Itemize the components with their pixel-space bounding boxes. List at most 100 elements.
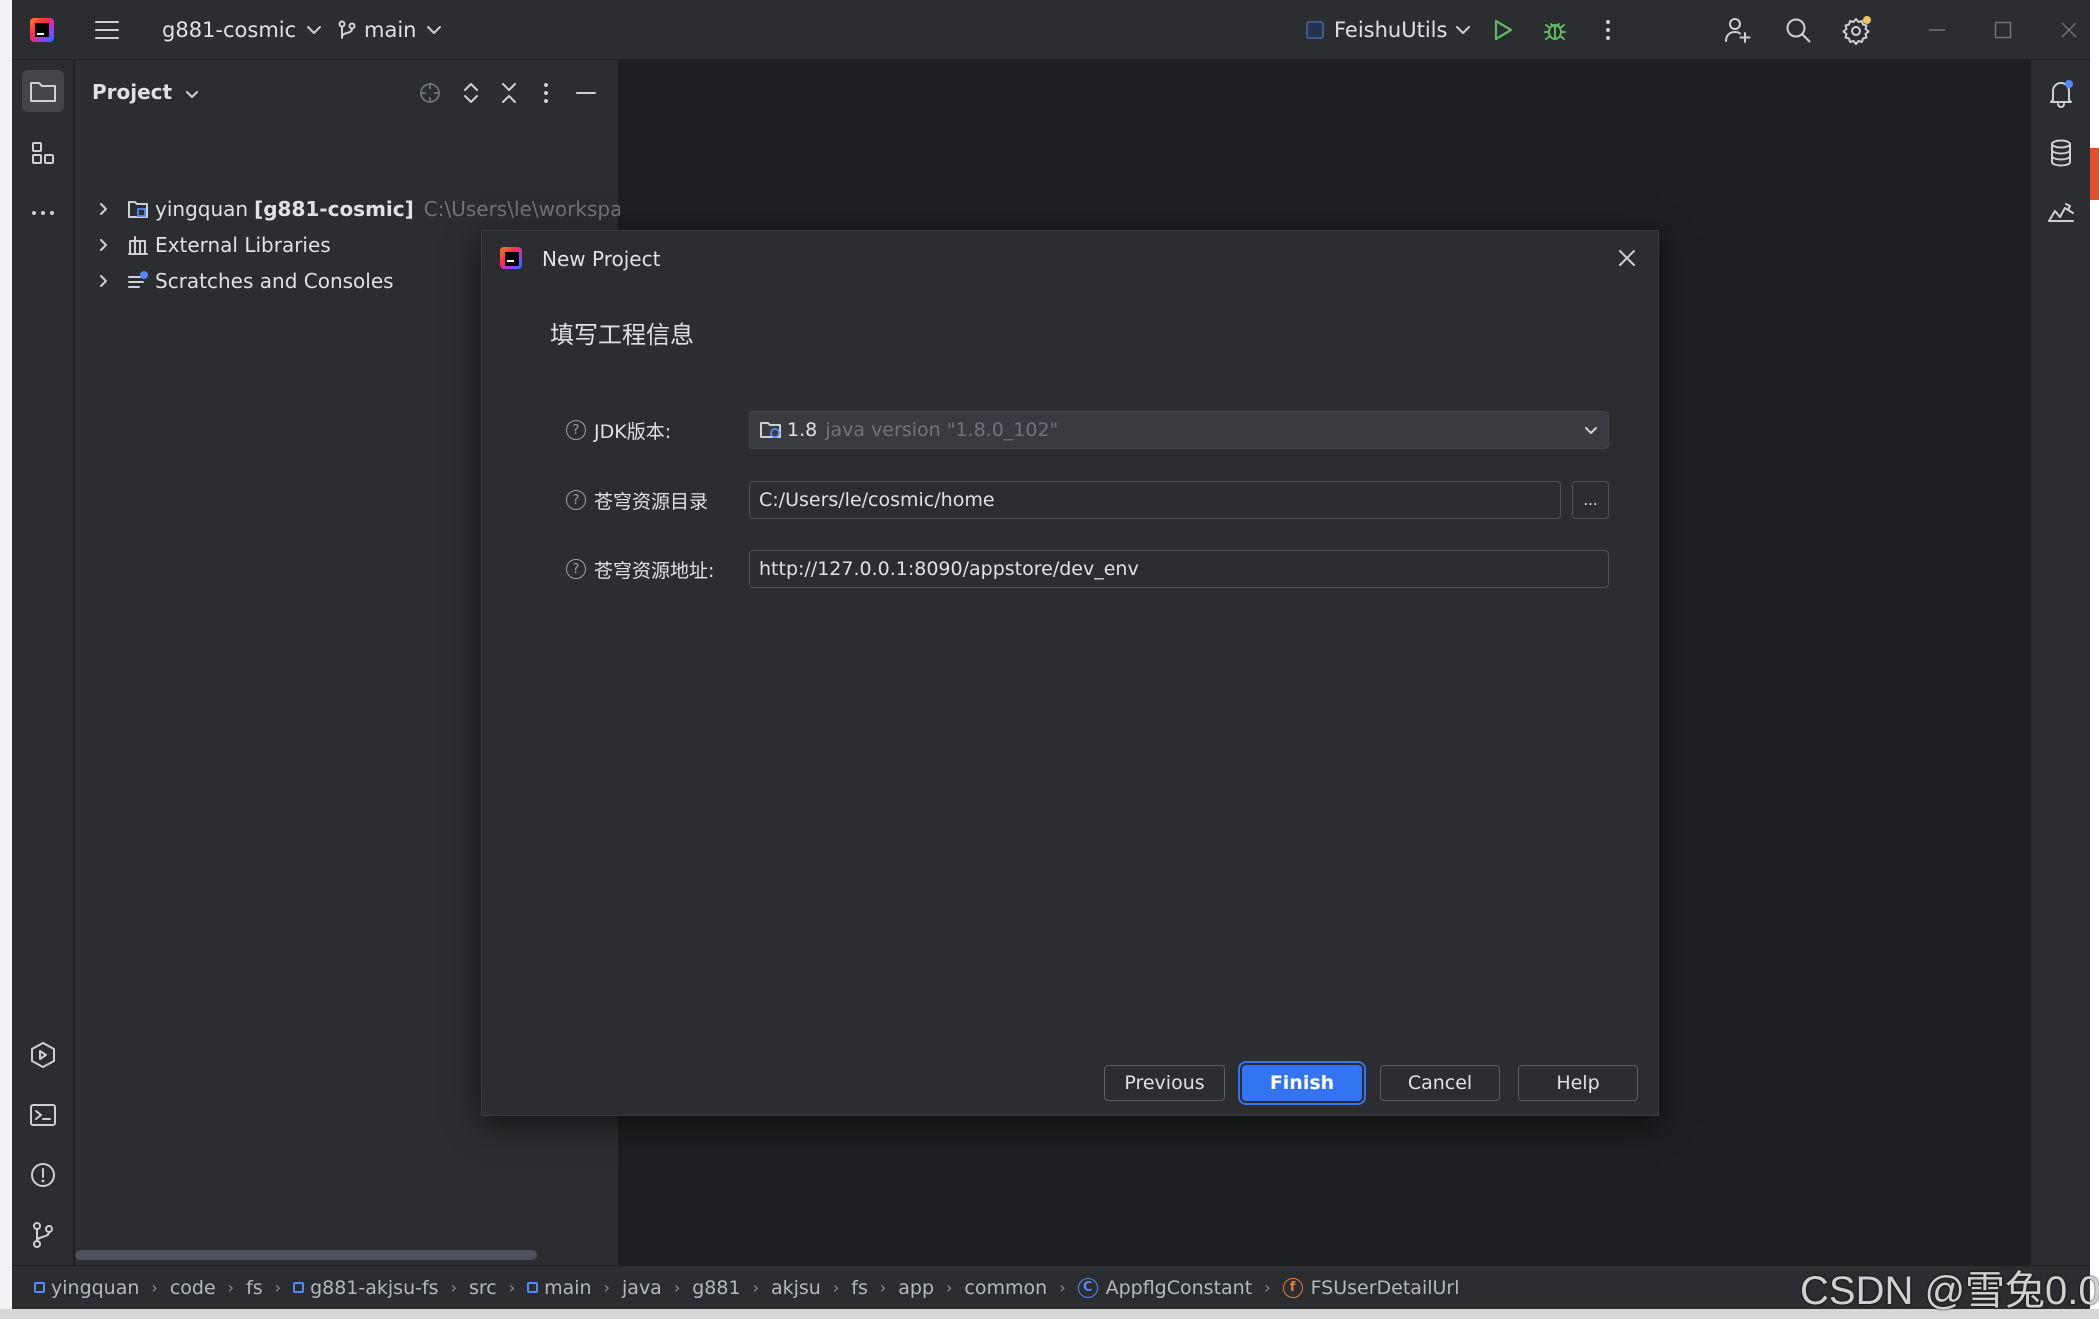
ai-assistant-button[interactable] bbox=[2040, 192, 2082, 234]
background-window-edge-left bbox=[0, 0, 12, 1319]
breadcrumb-item[interactable]: akjsu bbox=[771, 1277, 821, 1299]
breadcrumb-label: common bbox=[964, 1276, 1048, 1299]
breadcrumb-item[interactable]: yingquan bbox=[34, 1277, 139, 1299]
previous-button[interactable]: Previous bbox=[1104, 1065, 1225, 1101]
chevron-down-icon bbox=[1456, 26, 1471, 34]
breadcrumb-item[interactable]: C AppflgConstant bbox=[1077, 1276, 1253, 1299]
debug-button[interactable] bbox=[1542, 0, 1568, 60]
help-icon[interactable]: ? bbox=[566, 420, 586, 440]
breadcrumb-item[interactable]: code bbox=[170, 1277, 216, 1299]
status-bar-breadcrumbs: yingquan › code › fs › g881-akjsu-fs › s… bbox=[12, 1265, 2090, 1309]
chevron-right-icon: › bbox=[1264, 1278, 1271, 1297]
structure-tool-button[interactable] bbox=[22, 132, 64, 174]
watermark: CSDN @雪兔0.0 bbox=[1800, 1269, 2099, 1313]
more-actions-icon[interactable] bbox=[1604, 0, 1612, 60]
breadcrumb-item[interactable]: fs bbox=[246, 1277, 263, 1299]
run-icon bbox=[1494, 19, 1513, 41]
dialog-title-bar[interactable]: New Project bbox=[482, 231, 1658, 287]
class-icon: C bbox=[1077, 1277, 1098, 1298]
project-tool-button[interactable] bbox=[22, 70, 64, 112]
panel-options-icon[interactable] bbox=[542, 81, 550, 105]
jdk-folder-icon bbox=[760, 422, 781, 438]
breadcrumb-item[interactable]: f FSUserDetailUrl bbox=[1282, 1276, 1460, 1299]
breadcrumb-item[interactable]: common bbox=[964, 1277, 1047, 1299]
breadcrumb-item[interactable]: java bbox=[622, 1277, 662, 1299]
help-icon[interactable]: ? bbox=[566, 490, 586, 510]
help-icon[interactable]: ? bbox=[566, 559, 586, 579]
more-tool-windows-icon[interactable] bbox=[22, 192, 64, 234]
problems-tool-button[interactable] bbox=[22, 1154, 64, 1196]
close-icon[interactable] bbox=[1618, 249, 1636, 267]
home-dir-label-text: 苍穹资源目录 bbox=[594, 490, 709, 513]
browse-button[interactable]: ... bbox=[1572, 481, 1609, 519]
chevron-right-icon: › bbox=[832, 1278, 840, 1297]
git-tool-button[interactable] bbox=[22, 1214, 64, 1256]
chevron-right-icon: › bbox=[151, 1278, 158, 1297]
chevron-right-icon: › bbox=[752, 1278, 759, 1297]
horizontal-scrollbar[interactable] bbox=[75, 1250, 537, 1260]
tree-item-scratches[interactable]: Scratches and Consoles bbox=[75, 264, 394, 298]
breadcrumb-item[interactable]: g881 bbox=[692, 1277, 740, 1299]
close-window-icon[interactable] bbox=[2060, 0, 2078, 60]
cancel-button[interactable]: Cancel bbox=[1380, 1065, 1500, 1101]
git-branch-icon bbox=[33, 1222, 53, 1248]
chevron-right-icon: › bbox=[508, 1278, 516, 1297]
field-icon: f bbox=[1282, 1277, 1303, 1298]
chevron-right-icon: › bbox=[879, 1278, 887, 1297]
jdk-label-text: JDK版本: bbox=[594, 420, 672, 443]
window-bottom-edge bbox=[0, 1309, 2099, 1319]
repo-url-label: ? 苍穹资源地址: bbox=[566, 550, 714, 588]
breadcrumb-item[interactable]: app bbox=[898, 1277, 934, 1299]
breadcrumb-item[interactable]: main bbox=[527, 1276, 592, 1299]
finish-button-label: Finish bbox=[1269, 1072, 1335, 1094]
problems-icon bbox=[31, 1163, 55, 1187]
home-dir-label: ? 苍穹资源目录 bbox=[566, 481, 708, 519]
chevron-right-icon: › bbox=[274, 1278, 282, 1297]
chevron-right-icon bbox=[100, 203, 107, 215]
branch-label: main bbox=[364, 18, 417, 42]
breadcrumb-item[interactable]: src bbox=[469, 1277, 497, 1299]
branch-switcher[interactable]: main bbox=[338, 0, 442, 60]
breadcrumb-label: AppflgConstant bbox=[1105, 1276, 1253, 1299]
expand-all-icon[interactable] bbox=[461, 81, 481, 105]
app-logo-icon[interactable] bbox=[30, 0, 54, 60]
terminal-tool-button[interactable] bbox=[22, 1094, 64, 1136]
breadcrumb-label: g881-akjsu-fs bbox=[310, 1276, 439, 1299]
chevron-down-icon bbox=[1585, 427, 1597, 434]
project-switcher[interactable]: g881-cosmic bbox=[162, 0, 322, 60]
breadcrumb-label: main bbox=[544, 1276, 592, 1299]
search-icon[interactable] bbox=[1784, 0, 1812, 60]
terminal-icon bbox=[30, 1104, 56, 1126]
main-menu-icon[interactable] bbox=[94, 0, 120, 60]
breadcrumb-item[interactable]: fs bbox=[851, 1277, 868, 1299]
app-logo-icon bbox=[500, 247, 522, 269]
home-dir-input[interactable]: C:/Users/le/cosmic/home bbox=[749, 481, 1561, 519]
breadcrumb-item[interactable]: g881-akjsu-fs bbox=[293, 1277, 439, 1299]
chevron-right-icon: › bbox=[673, 1278, 681, 1297]
breadcrumb-label: FSUserDetailUrl bbox=[1310, 1276, 1460, 1299]
minimize-window-icon[interactable] bbox=[1928, 0, 1946, 60]
settings-gear-icon[interactable] bbox=[1842, 0, 1872, 60]
bug-icon bbox=[1544, 23, 1566, 40]
tree-item-label: yingquan bbox=[155, 197, 249, 221]
run-config-selector[interactable]: FeishuUtils bbox=[1306, 0, 1471, 60]
services-tool-button[interactable] bbox=[22, 1034, 64, 1076]
tree-item-external-libraries[interactable]: External Libraries bbox=[75, 228, 331, 262]
collapse-all-icon[interactable] bbox=[499, 81, 519, 105]
database-button[interactable] bbox=[2040, 132, 2082, 174]
maximize-window-icon[interactable] bbox=[1994, 0, 2012, 60]
repo-url-input[interactable]: http://127.0.0.1:8090/appstore/dev_env bbox=[749, 550, 1609, 588]
hide-panel-icon[interactable] bbox=[575, 91, 597, 95]
run-button[interactable] bbox=[1492, 0, 1514, 60]
help-button[interactable]: Help bbox=[1518, 1065, 1638, 1101]
tree-item-project-root[interactable]: yingquan [g881-cosmic] C:\Users\le\works… bbox=[75, 192, 670, 226]
scratches-icon bbox=[128, 271, 148, 288]
code-with-me-icon[interactable] bbox=[1724, 0, 1752, 60]
jdk-select[interactable]: 1.8 java version "1.8.0_102" bbox=[749, 411, 1609, 449]
jdk-label: ? JDK版本: bbox=[566, 411, 671, 449]
locate-target-icon[interactable] bbox=[418, 81, 442, 105]
finish-button[interactable]: Finish bbox=[1242, 1065, 1362, 1101]
chevron-right-icon: › bbox=[450, 1278, 457, 1297]
project-view-selector[interactable]: Project bbox=[92, 80, 199, 104]
notifications-button[interactable] bbox=[2040, 72, 2082, 114]
